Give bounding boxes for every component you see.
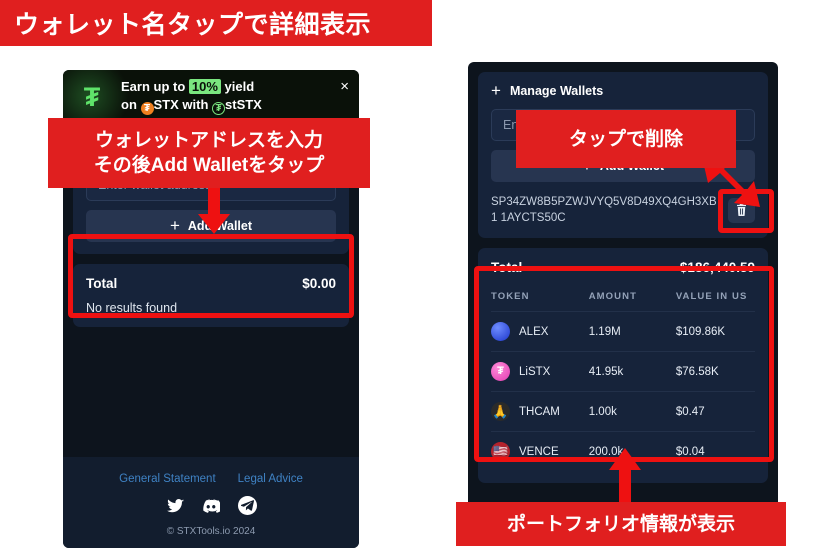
discord-icon[interactable] (202, 496, 221, 515)
stacks-logo-icon: ₮ (83, 82, 101, 112)
annotation-arrow-up-right (609, 448, 641, 510)
plus-icon: + (169, 216, 180, 235)
ad-token2: stSTX (225, 97, 262, 112)
promo-ad-banner[interactable]: ₮ Earn up to 10% yield on ₮ STX with ₮ stS… (63, 70, 359, 122)
twitter-icon[interactable] (166, 496, 185, 515)
plus-icon: + (491, 81, 501, 100)
telegram-icon[interactable] (237, 496, 257, 515)
ad-yield-highlight: 10% (188, 79, 221, 94)
ad-token1: STX (153, 97, 179, 112)
annotation-outline-portfolio (474, 266, 774, 462)
ad-line1-post: yield (220, 79, 255, 94)
annotation-bottom-caption: ポートフォリオ情報が表示 (456, 502, 786, 546)
annotation-tap-delete: タップで削除 (516, 110, 736, 168)
footer-links: General Statement Legal Advice (63, 473, 359, 485)
social-links (63, 496, 359, 515)
annotation-left-instruction: ウォレットアドレスを入力 その後Add Walletをタップ (48, 118, 370, 188)
copyright-text: © STXTools.io 2024 (166, 526, 256, 537)
legal-advice-link[interactable]: Legal Advice (238, 473, 303, 485)
manage-wallets-header-right[interactable]: + Manage Wallets (491, 81, 755, 100)
ad-line2-mid: with (178, 97, 213, 112)
close-icon[interactable]: × (340, 79, 349, 94)
ad-line1-pre: Earn up to (121, 79, 189, 94)
annotation-bottom-text: ポートフォリオ情報が表示 (506, 513, 735, 535)
ad-line2-pre: on (121, 97, 141, 112)
stx-coin-icon: ₮ (140, 102, 154, 115)
site-footer: General Statement Legal Advice © STXTool… (63, 457, 359, 548)
annotation-tap-delete-text: タップで削除 (568, 128, 683, 150)
annotation-outline-wallet-input (68, 234, 354, 318)
annotation-left-line2: その後Add Walletをタップ (93, 155, 325, 176)
annotation-left-line1: ウォレットアドレスを入力 (94, 130, 323, 151)
headline-banner: ウォレット名タップで詳細表示 (0, 0, 432, 46)
general-statement-link[interactable]: General Statement (119, 473, 216, 485)
saved-wallet-address[interactable]: SP34ZW8B5PZWJVYQ5V8D49XQ4GH3XB1 1AYCTS50… (491, 194, 720, 226)
ststx-coin-icon: ₮ (212, 102, 226, 115)
annotation-arrow-down-left (198, 186, 230, 234)
manage-wallets-label: Manage Wallets (509, 84, 604, 98)
headline-text: ウォレット名タップで詳細表示 (14, 11, 372, 39)
ad-copy: Earn up to 10% yield on ₮ STX with ₮ stSTX (121, 78, 262, 115)
